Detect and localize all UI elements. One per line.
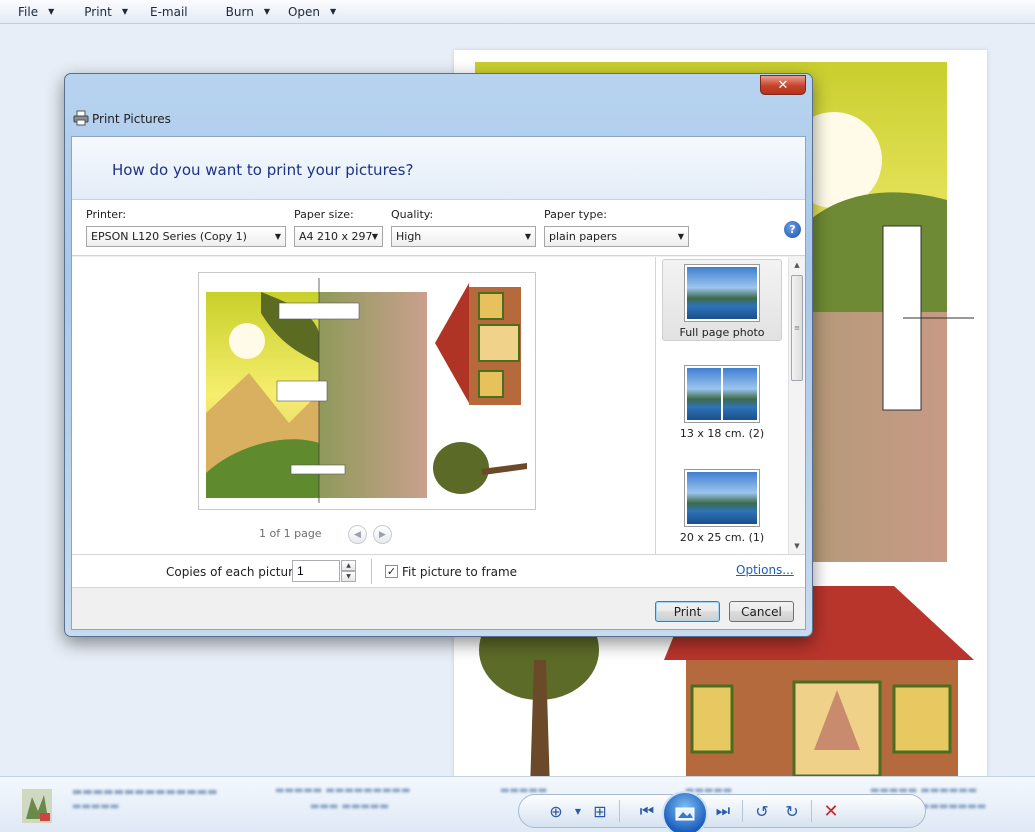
- spin-down-icon[interactable]: ▼: [341, 571, 356, 582]
- fit-to-frame-checkbox[interactable]: ✓: [385, 565, 398, 578]
- close-button[interactable]: ✕: [760, 75, 806, 95]
- printer-value: EPSON L120 Series (Copy 1): [91, 230, 247, 243]
- toolbar-separator: [811, 800, 812, 822]
- menu-burn-label: Burn: [225, 4, 254, 19]
- menu-open-label: Open: [287, 4, 321, 19]
- copies-label: Copies of each picture:: [166, 565, 305, 579]
- menu-bar: File ▼ Print ▼ E-mail Burn ▼ Open ▼: [0, 0, 1035, 24]
- menu-email-label: E-mail: [150, 4, 188, 19]
- divider: [371, 559, 372, 584]
- previous-icon[interactable]: ⏮: [632, 796, 662, 826]
- paper-type-value: plain papers: [549, 230, 618, 243]
- chevron-down-icon: ▼: [330, 7, 337, 16]
- help-icon[interactable]: ?: [784, 221, 801, 238]
- layout-list: Full page photo 13 x 18 cm. (2) 20 x 25 …: [655, 257, 805, 554]
- printer-select[interactable]: EPSON L120 Series (Copy 1) ▼: [86, 226, 286, 247]
- menu-email[interactable]: E-mail: [142, 1, 196, 23]
- close-icon: ✕: [777, 77, 789, 93]
- fit-to-frame-label: Fit picture to frame: [402, 565, 518, 579]
- actual-size-icon[interactable]: ⊞: [585, 796, 615, 826]
- chevron-down-icon[interactable]: ▼: [571, 796, 585, 826]
- scroll-down-icon[interactable]: ▼: [789, 538, 805, 554]
- print-options-row: Printer: EPSON L120 Series (Copy 1) ▼ Pa…: [72, 200, 805, 256]
- dialog-body: How do you want to print your pictures? …: [71, 136, 806, 630]
- instruction-header: How do you want to print your pictures?: [72, 137, 805, 200]
- next-page-icon[interactable]: ▶: [373, 525, 392, 544]
- layout-scrollbar[interactable]: ▲ ≡ ▼: [788, 257, 805, 554]
- layout-thumbnail: [684, 365, 760, 423]
- paper-size-option: Paper size: A4 210 x 297 ▼: [294, 208, 383, 247]
- paper-type-label: Paper type:: [544, 208, 607, 221]
- layout-item-full-page[interactable]: Full page photo: [662, 259, 782, 341]
- delete-icon[interactable]: ✕: [816, 796, 846, 826]
- zoom-icon[interactable]: ⊕: [541, 796, 571, 826]
- cancel-button[interactable]: Cancel: [729, 601, 794, 622]
- paper-type-option: Paper type: plain papers ▼: [544, 208, 689, 247]
- rotate-right-icon[interactable]: ↻: [777, 796, 807, 826]
- copies-row: Copies of each picture: ▲ ▼ ✓ Fit pictur…: [72, 554, 805, 588]
- scroll-up-icon[interactable]: ▲: [789, 257, 805, 273]
- file-thumbnail: [22, 789, 52, 823]
- layout-label: 13 x 18 cm. (2): [679, 427, 765, 440]
- print-pictures-dialog: ✕ Print Pictures How do you want to prin…: [64, 73, 813, 637]
- paper-size-label: Paper size:: [294, 208, 354, 221]
- printer-icon: [73, 110, 89, 126]
- scroll-thumb[interactable]: ≡: [791, 275, 803, 381]
- menu-burn[interactable]: Burn ▼: [218, 1, 278, 23]
- chevron-down-icon: ▼: [371, 232, 378, 241]
- printer-option: Printer: EPSON L120 Series (Copy 1) ▼: [86, 208, 286, 247]
- blurred-details: ▬▬▬ ▬▬▬▬▬: [310, 801, 389, 812]
- print-button[interactable]: Print: [655, 601, 720, 622]
- page-counter: 1 of 1 page: [259, 527, 322, 540]
- blurred-details: ▬▬▬▬▬▬▬: [920, 801, 987, 812]
- slideshow-button[interactable]: [662, 791, 708, 832]
- previous-page-icon[interactable]: ◀: [348, 525, 367, 544]
- preview-page: [198, 272, 536, 510]
- quality-select[interactable]: High ▼: [391, 226, 536, 247]
- toolbar-separator: [742, 800, 743, 822]
- next-icon[interactable]: ⏭: [708, 796, 738, 826]
- rotate-left-icon[interactable]: ↺: [747, 796, 777, 826]
- menu-print-label: Print: [84, 4, 112, 19]
- menu-open[interactable]: Open ▼: [280, 1, 344, 23]
- blurred-details: ▬▬▬▬▬▬▬▬▬▬▬▬▬▬: [72, 785, 218, 798]
- paper-size-value: A4 210 x 297: [299, 230, 373, 243]
- dialog-buttons: Print Cancel: [72, 588, 805, 629]
- layout-thumbnail: [684, 264, 760, 322]
- quality-label: Quality:: [391, 208, 434, 221]
- quality-value: High: [396, 230, 422, 243]
- slideshow-icon: [675, 807, 695, 821]
- layout-item-13x18[interactable]: 13 x 18 cm. (2): [662, 361, 782, 444]
- chevron-down-icon: ▼: [121, 7, 129, 16]
- layout-thumbnail: [684, 469, 760, 527]
- viewer-controls: ⊕ ▼ ⊞ ⏮ ⏭ ↺ ↻ ✕: [518, 791, 926, 832]
- menu-file[interactable]: File ▼: [10, 1, 62, 23]
- blurred-details: ▬▬▬▬▬: [72, 801, 120, 812]
- menu-file-label: File: [18, 4, 39, 19]
- options-link[interactable]: Options...: [736, 563, 794, 577]
- copies-input[interactable]: [292, 560, 340, 582]
- blurred-details: ▬▬▬▬▬ ▬▬▬▬▬▬▬▬▬: [275, 785, 411, 796]
- print-preview-area: 1 of 1 page ◀ ▶: [72, 257, 655, 554]
- chevron-down-icon: ▼: [48, 7, 55, 16]
- info-pane: ▬▬▬▬▬▬▬▬▬▬▬▬▬▬ ▬▬▬▬▬ ▬▬▬▬▬ ▬▬▬▬▬▬▬▬▬ ▬▬▬…: [0, 776, 1035, 832]
- chevron-down-icon: ▼: [263, 7, 270, 16]
- dialog-title: Print Pictures: [92, 112, 171, 126]
- chevron-down-icon: ▼: [274, 232, 281, 241]
- quality-option: Quality: High ▼: [391, 208, 536, 247]
- paper-size-select[interactable]: A4 210 x 297 ▼: [294, 226, 383, 247]
- chevron-down-icon: ▼: [524, 232, 531, 241]
- dialog-title-bar: ✕ Print Pictures: [65, 74, 812, 136]
- chevron-down-icon: ▼: [677, 232, 684, 241]
- printer-label: Printer:: [86, 208, 127, 221]
- paper-type-select[interactable]: plain papers ▼: [544, 226, 689, 247]
- menu-print[interactable]: Print ▼: [76, 1, 136, 23]
- toolbar-separator: [619, 800, 620, 822]
- main-instruction: How do you want to print your pictures?: [112, 161, 414, 179]
- spin-up-icon[interactable]: ▲: [341, 560, 356, 571]
- layout-label: 20 x 25 cm. (1): [679, 531, 765, 544]
- layout-label: Full page photo: [679, 326, 765, 339]
- layout-item-20x25[interactable]: 20 x 25 cm. (1): [662, 465, 782, 548]
- preview-image: [206, 278, 527, 503]
